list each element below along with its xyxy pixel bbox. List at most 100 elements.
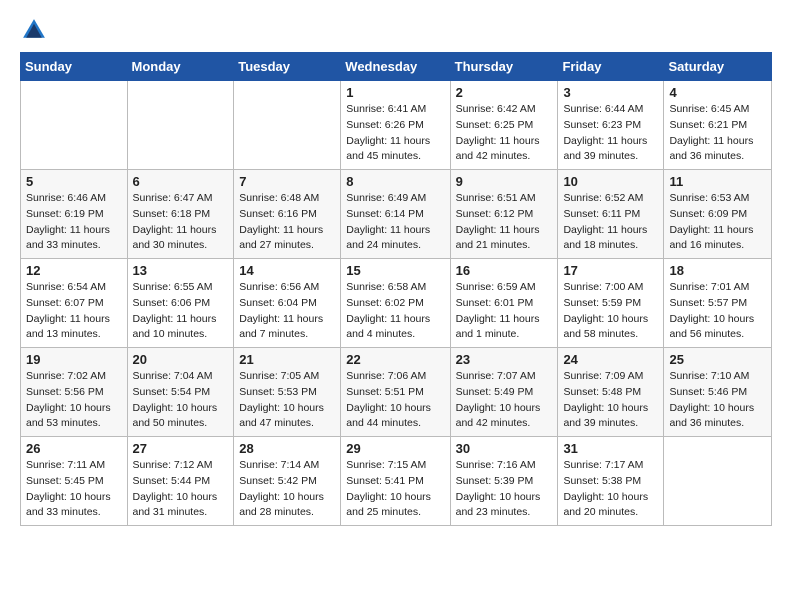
day-info: Sunrise: 7:17 AM Sunset: 5:38 PM Dayligh…	[563, 458, 658, 521]
day-number: 31	[563, 441, 658, 456]
calendar-cell	[664, 437, 772, 526]
calendar-cell: 18 Sunrise: 7:01 AM Sunset: 5:57 PM Dayli…	[664, 259, 772, 348]
weekday-header-monday: Monday	[127, 53, 234, 81]
day-info: Sunrise: 6:41 AM Sunset: 6:26 PM Dayligh…	[346, 102, 444, 165]
day-number: 28	[239, 441, 335, 456]
day-number: 12	[26, 263, 122, 278]
calendar: SundayMondayTuesdayWednesdayThursdayFrid…	[20, 52, 772, 526]
weekday-header-wednesday: Wednesday	[341, 53, 450, 81]
week-row-5: 26 Sunrise: 7:11 AM Sunset: 5:45 PM Dayli…	[21, 437, 772, 526]
day-number: 23	[456, 352, 553, 367]
day-info: Sunrise: 6:46 AM Sunset: 6:19 PM Dayligh…	[26, 191, 122, 254]
day-number: 18	[669, 263, 766, 278]
calendar-cell: 22 Sunrise: 7:06 AM Sunset: 5:51 PM Dayli…	[341, 348, 450, 437]
day-info: Sunrise: 6:52 AM Sunset: 6:11 PM Dayligh…	[563, 191, 658, 254]
calendar-cell: 16Sunrise: 6:59 AM Sunset: 6:01 PM Dayli…	[450, 259, 558, 348]
day-number: 3	[563, 85, 658, 100]
logo-icon	[20, 16, 48, 44]
day-info: Sunrise: 7:07 AM Sunset: 5:49 PM Dayligh…	[456, 369, 553, 432]
calendar-cell: 5 Sunrise: 6:46 AM Sunset: 6:19 PM Daylig…	[21, 170, 128, 259]
calendar-cell: 24 Sunrise: 7:09 AM Sunset: 5:48 PM Dayli…	[558, 348, 664, 437]
calendar-cell: 2 Sunrise: 6:42 AM Sunset: 6:25 PM Daylig…	[450, 81, 558, 170]
week-row-3: 12 Sunrise: 6:54 AM Sunset: 6:07 PM Dayli…	[21, 259, 772, 348]
weekday-header-sunday: Sunday	[21, 53, 128, 81]
day-info: Sunrise: 6:47 AM Sunset: 6:18 PM Dayligh…	[133, 191, 229, 254]
day-number: 8	[346, 174, 444, 189]
calendar-cell: 31 Sunrise: 7:17 AM Sunset: 5:38 PM Dayli…	[558, 437, 664, 526]
day-number: 27	[133, 441, 229, 456]
day-info: Sunrise: 6:44 AM Sunset: 6:23 PM Dayligh…	[563, 102, 658, 165]
page: SundayMondayTuesdayWednesdayThursdayFrid…	[0, 0, 792, 542]
day-number: 5	[26, 174, 122, 189]
calendar-cell: 26 Sunrise: 7:11 AM Sunset: 5:45 PM Dayli…	[21, 437, 128, 526]
day-number: 9	[456, 174, 553, 189]
day-info: Sunrise: 6:48 AM Sunset: 6:16 PM Dayligh…	[239, 191, 335, 254]
weekday-header-row: SundayMondayTuesdayWednesdayThursdayFrid…	[21, 53, 772, 81]
calendar-cell: 13Sunrise: 6:55 AM Sunset: 6:06 PM Dayli…	[127, 259, 234, 348]
calendar-cell: 20 Sunrise: 7:04 AM Sunset: 5:54 PM Dayli…	[127, 348, 234, 437]
day-info: Sunrise: 7:02 AM Sunset: 5:56 PM Dayligh…	[26, 369, 122, 432]
day-info: Sunrise: 6:51 AM Sunset: 6:12 PM Dayligh…	[456, 191, 553, 254]
day-number: 26	[26, 441, 122, 456]
day-number: 24	[563, 352, 658, 367]
day-number: 22	[346, 352, 444, 367]
weekday-header-friday: Friday	[558, 53, 664, 81]
calendar-cell: 7Sunrise: 6:48 AM Sunset: 6:16 PM Daylig…	[234, 170, 341, 259]
day-info: Sunrise: 7:00 AM Sunset: 5:59 PM Dayligh…	[563, 280, 658, 343]
day-info: Sunrise: 7:10 AM Sunset: 5:46 PM Dayligh…	[669, 369, 766, 432]
day-number: 21	[239, 352, 335, 367]
day-number: 4	[669, 85, 766, 100]
weekday-header-thursday: Thursday	[450, 53, 558, 81]
calendar-cell: 3 Sunrise: 6:44 AM Sunset: 6:23 PM Daylig…	[558, 81, 664, 170]
day-info: Sunrise: 7:15 AM Sunset: 5:41 PM Dayligh…	[346, 458, 444, 521]
day-number: 2	[456, 85, 553, 100]
calendar-cell: 15Sunrise: 6:58 AM Sunset: 6:02 PM Dayli…	[341, 259, 450, 348]
calendar-cell: 9 Sunrise: 6:51 AM Sunset: 6:12 PM Daylig…	[450, 170, 558, 259]
week-row-1: 1 Sunrise: 6:41 AM Sunset: 6:26 PM Daylig…	[21, 81, 772, 170]
day-info: Sunrise: 7:06 AM Sunset: 5:51 PM Dayligh…	[346, 369, 444, 432]
day-info: Sunrise: 7:14 AM Sunset: 5:42 PM Dayligh…	[239, 458, 335, 521]
calendar-cell: 17 Sunrise: 7:00 AM Sunset: 5:59 PM Dayli…	[558, 259, 664, 348]
day-info: Sunrise: 7:05 AM Sunset: 5:53 PM Dayligh…	[239, 369, 335, 432]
day-info: Sunrise: 7:09 AM Sunset: 5:48 PM Dayligh…	[563, 369, 658, 432]
calendar-cell	[234, 81, 341, 170]
day-number: 11	[669, 174, 766, 189]
day-info: Sunrise: 6:59 AM Sunset: 6:01 PM Dayligh…	[456, 280, 553, 343]
calendar-cell: 19 Sunrise: 7:02 AM Sunset: 5:56 PM Dayli…	[21, 348, 128, 437]
day-number: 20	[133, 352, 229, 367]
week-row-2: 5 Sunrise: 6:46 AM Sunset: 6:19 PM Daylig…	[21, 170, 772, 259]
calendar-cell: 14 Sunrise: 6:56 AM Sunset: 6:04 PM Dayli…	[234, 259, 341, 348]
calendar-cell: 1 Sunrise: 6:41 AM Sunset: 6:26 PM Daylig…	[341, 81, 450, 170]
day-info: Sunrise: 7:11 AM Sunset: 5:45 PM Dayligh…	[26, 458, 122, 521]
day-number: 6	[133, 174, 229, 189]
day-number: 19	[26, 352, 122, 367]
logo	[20, 16, 52, 44]
day-number: 10	[563, 174, 658, 189]
day-number: 30	[456, 441, 553, 456]
day-info: Sunrise: 6:56 AM Sunset: 6:04 PM Dayligh…	[239, 280, 335, 343]
day-number: 17	[563, 263, 658, 278]
calendar-cell: 21 Sunrise: 7:05 AM Sunset: 5:53 PM Dayli…	[234, 348, 341, 437]
day-info: Sunrise: 7:16 AM Sunset: 5:39 PM Dayligh…	[456, 458, 553, 521]
day-info: Sunrise: 7:04 AM Sunset: 5:54 PM Dayligh…	[133, 369, 229, 432]
day-number: 1	[346, 85, 444, 100]
day-info: Sunrise: 6:53 AM Sunset: 6:09 PM Dayligh…	[669, 191, 766, 254]
calendar-cell: 23 Sunrise: 7:07 AM Sunset: 5:49 PM Dayli…	[450, 348, 558, 437]
calendar-cell: 10 Sunrise: 6:52 AM Sunset: 6:11 PM Dayli…	[558, 170, 664, 259]
calendar-cell	[127, 81, 234, 170]
day-info: Sunrise: 6:49 AM Sunset: 6:14 PM Dayligh…	[346, 191, 444, 254]
day-number: 29	[346, 441, 444, 456]
calendar-cell: 29 Sunrise: 7:15 AM Sunset: 5:41 PM Dayli…	[341, 437, 450, 526]
day-info: Sunrise: 6:45 AM Sunset: 6:21 PM Dayligh…	[669, 102, 766, 165]
calendar-cell: 30 Sunrise: 7:16 AM Sunset: 5:39 PM Dayli…	[450, 437, 558, 526]
day-info: Sunrise: 6:55 AM Sunset: 6:06 PM Dayligh…	[133, 280, 229, 343]
weekday-header-saturday: Saturday	[664, 53, 772, 81]
calendar-cell	[21, 81, 128, 170]
day-info: Sunrise: 6:54 AM Sunset: 6:07 PM Dayligh…	[26, 280, 122, 343]
day-info: Sunrise: 7:01 AM Sunset: 5:57 PM Dayligh…	[669, 280, 766, 343]
calendar-cell: 4 Sunrise: 6:45 AM Sunset: 6:21 PM Daylig…	[664, 81, 772, 170]
day-info: Sunrise: 6:42 AM Sunset: 6:25 PM Dayligh…	[456, 102, 553, 165]
day-number: 15	[346, 263, 444, 278]
header	[20, 16, 772, 44]
day-number: 14	[239, 263, 335, 278]
